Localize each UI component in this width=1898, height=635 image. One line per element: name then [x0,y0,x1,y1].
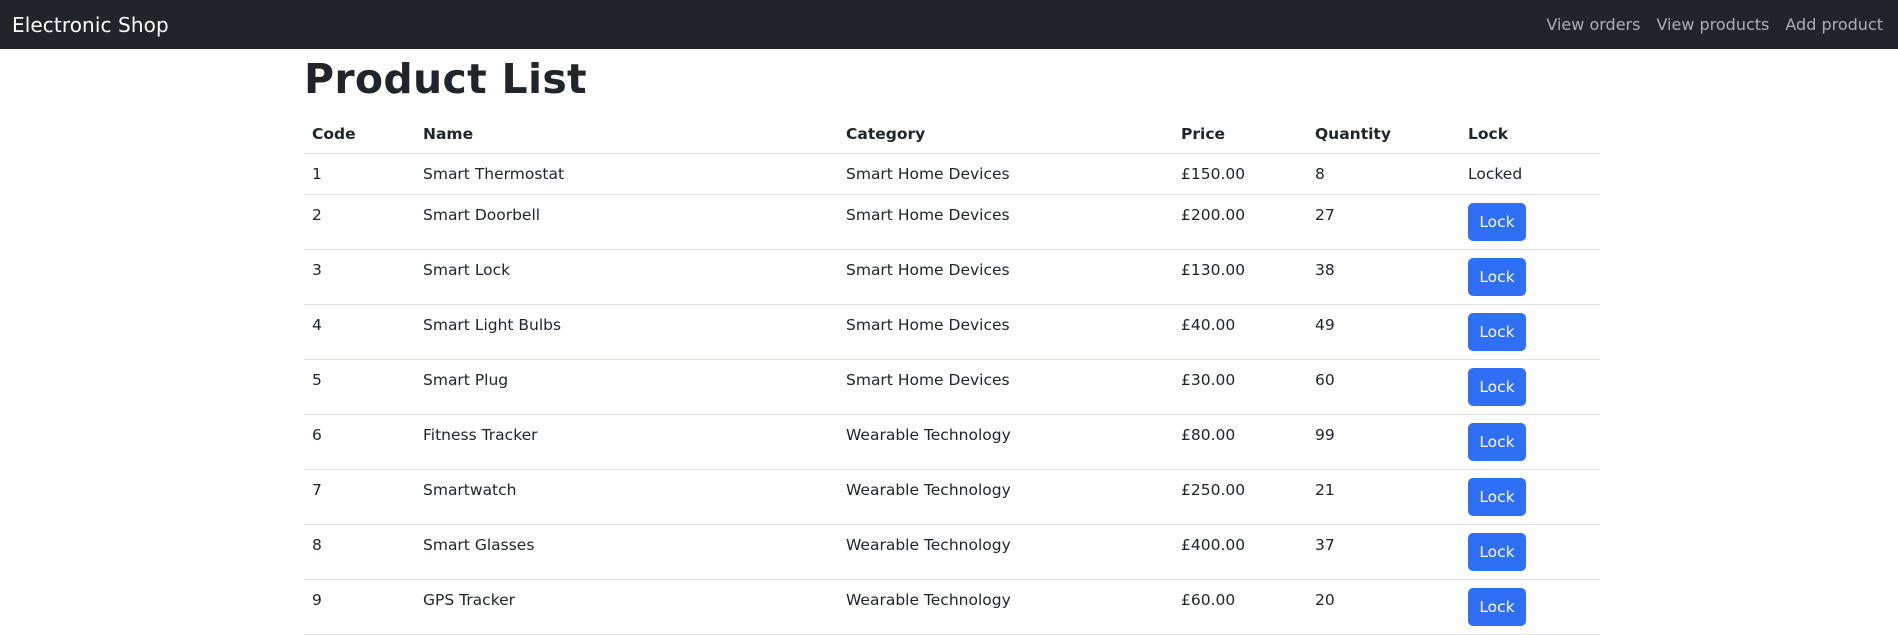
product-table: Code Name Category Price Quantity Lock 1… [304,115,1600,635]
cell-category: Wearable Technology [838,579,1173,635]
cell-quantity: 21 [1307,469,1460,525]
cell-category: Smart Home Devices [838,153,1173,195]
cell-category: Smart Home Devices [838,304,1173,360]
nav-links: View orders View products Add product [1546,15,1883,34]
cell-price: £60.00 [1173,579,1307,635]
cell-category: Smart Home Devices [838,359,1173,415]
header-name: Name [415,115,838,154]
table-row: 2 Smart Doorbell Smart Home Devices £200.00… [304,194,1600,250]
cell-code: 4 [304,304,415,360]
header-price: Price [1173,115,1307,154]
cell-name: GPS Tracker [415,579,838,635]
cell-lock: Lock [1460,579,1600,635]
table-row: 9 GPS Tracker Wearable Technology £60.00 20 L… [304,579,1600,635]
cell-name: Smartwatch [415,469,838,525]
cell-price: £80.00 [1173,414,1307,470]
cell-code: 8 [304,524,415,580]
cell-name: Fitness Tracker [415,414,838,470]
cell-lock: Lock [1460,194,1600,250]
table-row: 4 Smart Light Bulbs Smart Home Devices £40.… [304,304,1600,360]
cell-lock: Lock [1460,304,1600,360]
locked-status: Locked [1468,164,1523,183]
table-header-row: Code Name Category Price Quantity Lock [304,115,1600,154]
cell-lock: Lock [1460,249,1600,305]
cell-code: 1 [304,153,415,195]
cell-quantity: 27 [1307,194,1460,250]
header-quantity: Quantity [1307,115,1460,154]
cell-code: 5 [304,359,415,415]
cell-price: £150.00 [1173,153,1307,195]
header-lock: Lock [1460,115,1600,154]
cell-category: Smart Home Devices [838,194,1173,250]
cell-name: Smart Plug [415,359,838,415]
cell-quantity: 20 [1307,579,1460,635]
cell-price: £30.00 [1173,359,1307,415]
navbar: Electronic Shop View orders View product… [0,0,1898,49]
cell-category: Wearable Technology [838,524,1173,580]
brand-link[interactable]: Electronic Shop [12,13,169,37]
cell-price: £40.00 [1173,304,1307,360]
lock-button[interactable]: Lock [1468,532,1526,571]
cell-quantity: 38 [1307,249,1460,305]
cell-lock: Lock [1460,414,1600,470]
table-row: 8 Smart Glasses Wearable Technology £400.00… [304,524,1600,580]
cell-category: Smart Home Devices [838,249,1173,305]
cell-lock: Lock [1460,359,1600,415]
cell-lock: Lock [1460,469,1600,525]
table-row: 1 Smart Thermostat Smart Home Devices £150.… [304,153,1600,195]
cell-lock: Locked [1460,153,1600,195]
lock-button[interactable]: Lock [1468,422,1526,461]
cell-category: Wearable Technology [838,414,1173,470]
page-title: Product List [304,55,587,103]
table-row: 3 Smart Lock Smart Home Devices £130.00 38 Lo… [304,249,1600,305]
cell-category: Wearable Technology [838,469,1173,525]
cell-code: 6 [304,414,415,470]
cell-price: £250.00 [1173,469,1307,525]
table-row: 6 Fitness Tracker Wearable Technology £80.0… [304,414,1600,470]
lock-button[interactable]: Lock [1468,367,1526,406]
lock-button[interactable]: Lock [1468,477,1526,516]
nav-view-orders[interactable]: View orders [1546,15,1640,34]
cell-name: Smart Light Bulbs [415,304,838,360]
cell-quantity: 60 [1307,359,1460,415]
nav-view-products[interactable]: View products [1656,15,1769,34]
cell-price: £400.00 [1173,524,1307,580]
cell-name: Smart Doorbell [415,194,838,250]
cell-code: 7 [304,469,415,525]
header-category: Category [838,115,1173,154]
table-body: 1 Smart Thermostat Smart Home Devices £150.… [304,153,1600,635]
cell-code: 3 [304,249,415,305]
lock-button[interactable]: Lock [1468,202,1526,241]
cell-quantity: 37 [1307,524,1460,580]
cell-quantity: 99 [1307,414,1460,470]
header-code: Code [304,115,415,154]
cell-code: 2 [304,194,415,250]
cell-name: Smart Thermostat [415,153,838,195]
cell-code: 9 [304,579,415,635]
lock-button[interactable]: Lock [1468,312,1526,351]
cell-quantity: 49 [1307,304,1460,360]
cell-quantity: 8 [1307,153,1460,195]
table-row: 5 Smart Plug Smart Home Devices £30.00 60 Loc… [304,359,1600,415]
lock-button[interactable]: Lock [1468,587,1526,626]
cell-name: Smart Glasses [415,524,838,580]
lock-button[interactable]: Lock [1468,257,1526,296]
nav-add-product[interactable]: Add product [1785,15,1883,34]
table-row: 7 Smartwatch Wearable Technology £250.00 21 L… [304,469,1600,525]
cell-lock: Lock [1460,524,1600,580]
cell-price: £200.00 [1173,194,1307,250]
main-container: Product List Code Name Category Price Qu… [304,49,1600,635]
cell-name: Smart Lock [415,249,838,305]
cell-price: £130.00 [1173,249,1307,305]
